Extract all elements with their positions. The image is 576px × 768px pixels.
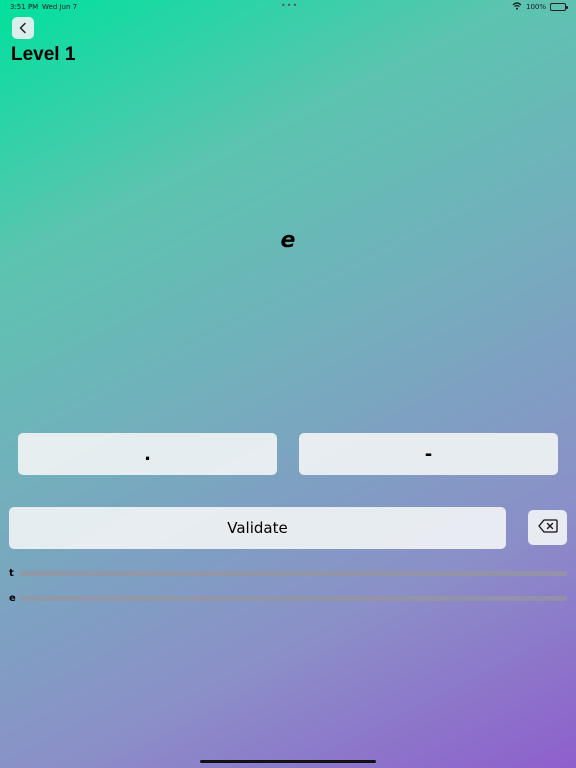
wifi-icon — [512, 2, 522, 12]
battery-percent: 100% — [525, 3, 546, 11]
history-row: t — [9, 567, 567, 579]
history-letter: t — [9, 567, 14, 579]
delete-button[interactable] — [528, 510, 567, 545]
status-bar: 3:51 PM Wed Jun 7 ••• 100% — [0, 0, 576, 14]
home-indicator[interactable] — [200, 760, 376, 763]
multitasking-dots[interactable]: ••• — [281, 1, 298, 10]
status-time: 3:51 PM — [10, 3, 39, 11]
history-bar — [20, 570, 567, 576]
dash-button[interactable]: - — [299, 433, 558, 475]
battery-icon — [550, 3, 568, 11]
history-letter: e — [9, 592, 16, 604]
page-title: Level 1 — [11, 44, 76, 65]
back-button[interactable] — [12, 17, 34, 39]
dot-button-label: . — [144, 443, 151, 465]
dash-button-label: - — [424, 443, 433, 465]
validate-button-label: Validate — [227, 519, 288, 537]
status-indicators: 100% — [512, 2, 568, 12]
status-date: Wed Jun 7 — [42, 3, 78, 11]
current-letter: e — [280, 228, 296, 253]
dot-button[interactable]: . — [18, 433, 277, 475]
validate-button[interactable]: Validate — [9, 507, 506, 549]
backspace-icon — [537, 518, 558, 537]
history-bar — [20, 595, 567, 601]
chevron-left-icon — [18, 19, 28, 38]
history-row: e — [9, 592, 567, 604]
